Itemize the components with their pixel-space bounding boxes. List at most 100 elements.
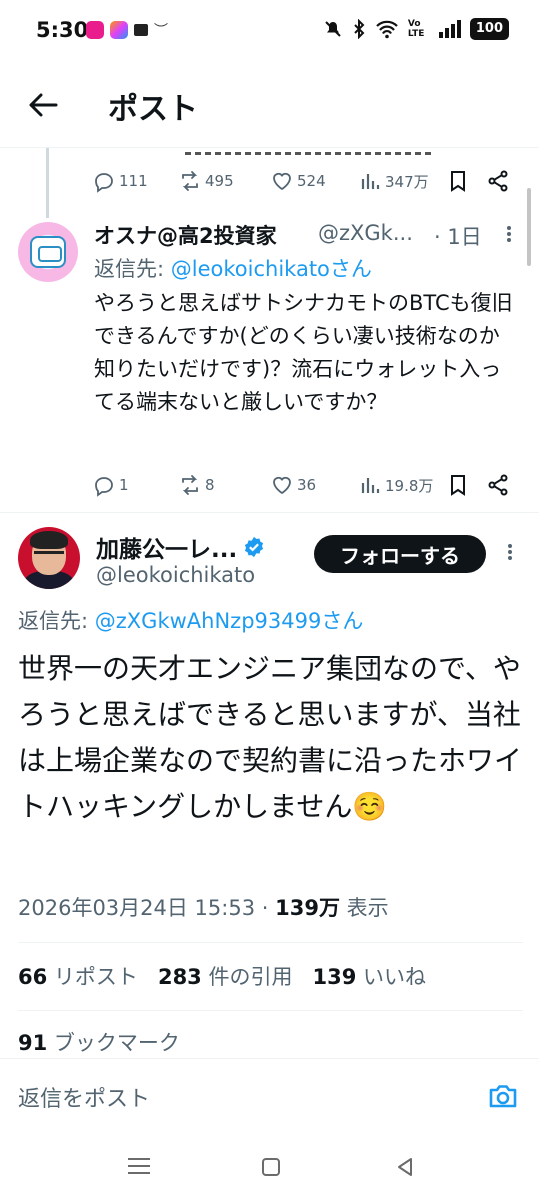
author-handle[interactable]: @zXGk... (318, 221, 413, 245)
signal-icon (438, 20, 461, 38)
scrollbar[interactable] (527, 188, 531, 266)
post-time[interactable]: · 1日 (434, 221, 482, 251)
notification-icons: ︶ (86, 20, 168, 40)
like-count: 524 (297, 172, 326, 190)
views-count: 19.8万 (385, 476, 434, 495)
post-body: 世界一の天才エンジニア集団なので、やろうと思えばできると思いますが、当社は上場企… (18, 652, 523, 823)
views-icon (361, 478, 380, 493)
thread-line (46, 148, 49, 218)
reply-input[interactable]: 返信をポスト (18, 1081, 150, 1113)
reply-to-mention[interactable]: @zXGkwAhNzp93499さん (95, 609, 364, 633)
likes-label: いいね (356, 965, 427, 989)
author-name[interactable]: オスナ@高2投資家 (94, 220, 277, 250)
like-button[interactable]: 524 (270, 169, 326, 193)
page-title: ポスト (108, 92, 198, 127)
bookmark-button[interactable] (446, 473, 470, 497)
views-count: 139万 (275, 896, 340, 920)
reply-to-mention[interactable]: @leokoichikatoさん (171, 257, 372, 281)
status-bar: 5:30 ︶ Vo LTE 100 (0, 0, 539, 62)
reply-count: 1 (119, 476, 129, 494)
heart-icon (273, 476, 291, 495)
reply-icon (95, 477, 113, 497)
share-button[interactable] (486, 473, 510, 497)
views-button[interactable]: 347万 (358, 169, 429, 193)
author-name[interactable]: 加藤公一レ... (96, 530, 237, 564)
engagement-stats: 66 リポスト 283 件の引用 139 いいね (18, 961, 426, 991)
quotes-count: 283 (157, 965, 202, 989)
views-icon (361, 174, 380, 189)
quotes-stat[interactable]: 283 件の引用 (158, 965, 293, 989)
header: ポスト (0, 62, 539, 148)
app-notification-icon (86, 21, 104, 39)
bookmark-icon (451, 171, 465, 192)
quotes-label: 件の引用 (201, 965, 293, 989)
reply-to-line: 返信先: @zXGkwAhNzp93499さん (18, 605, 363, 635)
bookmarks-label: ブックマーク (47, 1031, 180, 1055)
avatar[interactable] (18, 222, 78, 282)
bookmark-icon (451, 475, 465, 496)
reposts-count: 66 (18, 965, 48, 989)
likes-count: 139 (312, 965, 357, 989)
wave-icon: ︶ (154, 23, 168, 39)
repost-button[interactable]: 495 (178, 169, 234, 193)
divider (18, 1010, 523, 1011)
system-nav-bar (0, 1134, 539, 1200)
reply-icon (95, 173, 113, 193)
share-icon (488, 170, 508, 192)
reposts-label: リポスト (47, 965, 138, 989)
previous-post-actions: 111 495 524 347万 (92, 166, 512, 196)
bookmarks-stat[interactable]: 91 ブックマーク (18, 1027, 180, 1057)
truncated-previous-text (185, 148, 435, 158)
home-icon[interactable] (262, 1158, 280, 1176)
battery-icon: 100 (469, 18, 509, 40)
like-count: 36 (297, 476, 317, 494)
author-name-row[interactable]: 加藤公一レ... (96, 530, 265, 564)
bluetooth-icon (354, 19, 365, 39)
wifi-icon (376, 20, 398, 39)
bookmark-button[interactable] (446, 169, 470, 193)
post-meta: 2026年03月24日 15:53 · 139万 表示 (18, 892, 389, 922)
avatar[interactable] (18, 527, 80, 589)
repost-count: 495 (205, 172, 234, 190)
more-options-icon[interactable] (506, 224, 512, 246)
system-status-icons: Vo LTE 100 (323, 18, 509, 40)
volte-label: Vo LTE (407, 19, 425, 39)
follow-button[interactable]: フォローする (314, 535, 486, 573)
app-notification-icon (134, 24, 148, 36)
share-button[interactable] (486, 169, 510, 193)
reply-composer[interactable]: 返信をポスト (0, 1058, 539, 1134)
reply-to-prefix: 返信先: (18, 609, 95, 633)
verified-badge-icon (245, 536, 264, 558)
views-label: 表示 (339, 896, 389, 920)
mute-icon (325, 21, 341, 37)
reply-to-prefix: 返信先: (94, 257, 171, 281)
author-handle[interactable]: @leokoichikato (96, 563, 255, 587)
reply-post-actions: 1 8 36 19.8万 (92, 470, 512, 500)
likes-stat[interactable]: 139 いいね (313, 965, 427, 989)
status-time: 5:30 (36, 18, 89, 42)
repost-icon (182, 475, 198, 495)
repost-icon (182, 171, 198, 191)
post-timestamp[interactable]: 2026年03月24日 15:53 · (18, 896, 275, 920)
camera-icon[interactable] (486, 1079, 520, 1113)
back-arrow-icon[interactable] (26, 88, 60, 122)
reply-to-line: 返信先: @leokoichikatoさん (94, 253, 372, 283)
reply-count: 111 (119, 172, 148, 190)
back-icon[interactable] (394, 1156, 416, 1178)
bookmarks-count: 91 (18, 1031, 48, 1055)
reposts-stat[interactable]: 66 リポスト (18, 965, 138, 989)
divider (0, 512, 539, 513)
recent-apps-icon[interactable] (128, 1158, 150, 1176)
reply-button[interactable]: 111 (92, 169, 148, 193)
heart-icon (273, 172, 291, 191)
repost-button[interactable]: 8 (178, 473, 215, 497)
reply-button[interactable]: 1 (92, 473, 129, 497)
repost-count: 8 (205, 476, 215, 494)
post-body: やろうと思えばサトシナカモトのBTCも復旧できるんですか(どのくらい凄い技術なの… (94, 291, 513, 414)
more-options-icon[interactable] (507, 542, 513, 564)
app-notification-icon (110, 21, 128, 39)
share-icon (488, 474, 508, 496)
divider (18, 942, 523, 943)
like-button[interactable]: 36 (270, 473, 316, 497)
views-button[interactable]: 19.8万 (358, 473, 433, 497)
